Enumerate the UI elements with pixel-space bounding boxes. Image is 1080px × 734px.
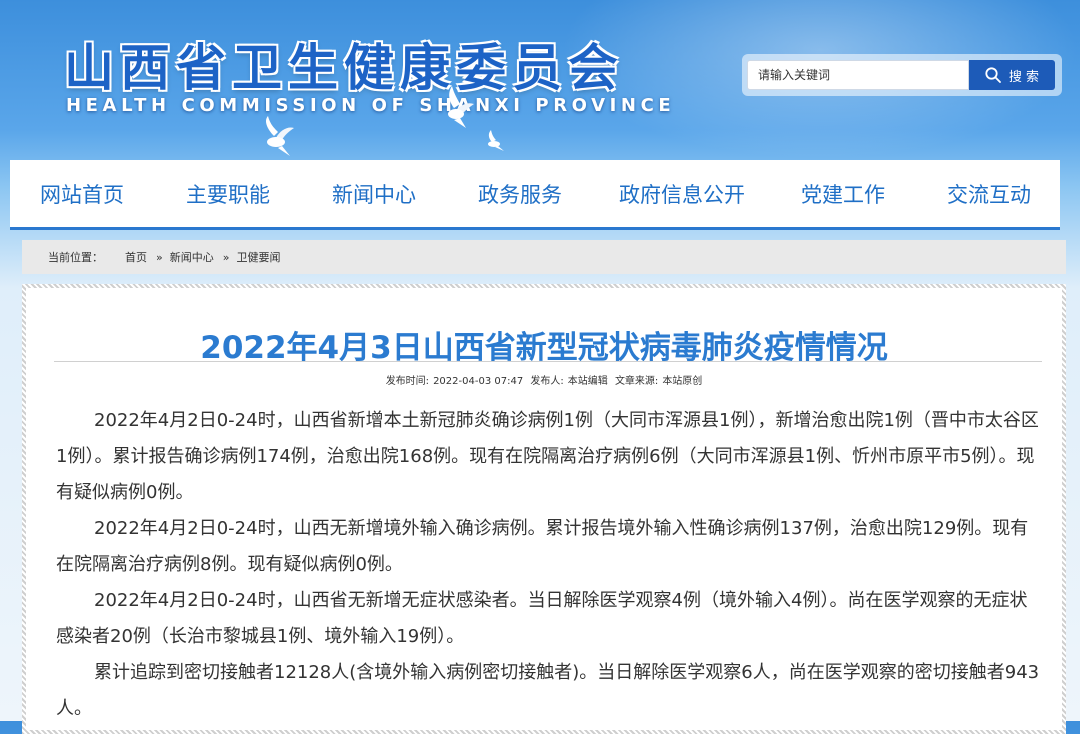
meta-author-label: 发布人: <box>530 376 564 387</box>
search-button-label: 搜 索 <box>1008 69 1040 85</box>
site-header: 山西省卫生健康委员会 HEALTH COMMISSION OF SHANXI P… <box>0 0 1080 160</box>
breadcrumb-separator: » <box>156 250 163 264</box>
breadcrumb-item-home[interactable]: 首页 <box>125 249 147 265</box>
meta-source: 本站原创 <box>662 376 703 387</box>
nav-item-interaction[interactable]: 交流互动 <box>947 179 1031 209</box>
breadcrumb-label: 当前位置： <box>48 251 103 264</box>
nav-item-functions[interactable]: 主要职能 <box>186 179 270 209</box>
meta-author: 本站编辑 <box>567 376 608 387</box>
search-box: 搜 索 <box>742 54 1062 96</box>
nav-item-home[interactable]: 网站首页 <box>40 179 124 209</box>
article-paragraph: 累计追踪到密切接触者12128人(含境外输入病例密切接触者)。当日解除医学观察6… <box>56 662 1040 719</box>
article-paragraph: 2022年4月2日0-24时，山西无新增境外输入确诊病例。累计报告境外输入性确诊… <box>56 518 1029 575</box>
dove-icon <box>438 86 476 134</box>
meta-source-label: 文章来源: <box>614 376 659 387</box>
site-logo-english: HEALTH COMMISSION OF SHANXI PROVINCE <box>66 95 676 116</box>
search-button[interactable]: 搜 索 <box>969 60 1055 90</box>
nav-item-gov-info[interactable]: 政府信息公开 <box>619 179 745 209</box>
breadcrumb: 当前位置： 首页 » 新闻中心 » 卫健要闻 <box>22 240 1066 274</box>
nav-item-news[interactable]: 新闻中心 <box>332 179 416 209</box>
title-divider <box>54 361 1042 362</box>
breadcrumb-item-current[interactable]: 卫健要闻 <box>236 249 280 265</box>
nav-item-party[interactable]: 党建工作 <box>801 179 885 209</box>
nav-item-services[interactable]: 政务服务 <box>478 179 562 209</box>
article-paragraph: 2022年4月2日0-24时，山西省无新增无症状感染者。当日解除医学观察4例（境… <box>56 590 1028 647</box>
meta-time-label: 发布时间: <box>385 376 430 387</box>
article-body: 2022年4月2日0-24时，山西省新增本土新冠肺炎确诊病例1例（大同市浑源县1… <box>56 403 1041 727</box>
breadcrumb-separator: » <box>222 250 230 264</box>
search-icon <box>985 67 1001 83</box>
article-paragraph: 2022年4月2日0-24时，山西省新增本土新冠肺炎确诊病例1例（大同市浑源县1… <box>56 410 1039 503</box>
meta-time: 2022-04-03 07:47 <box>433 376 524 387</box>
dove-icon <box>484 130 506 156</box>
search-input[interactable] <box>747 60 969 90</box>
article-meta: 发布时间: 2022-04-03 07:47 发布人: 本站编辑 文章来源: 本站原创 <box>26 372 1062 387</box>
article-panel: 2022年4月3日山西省新型冠状病毒肺炎疫情情况 发布时间: 2022-04-03… <box>22 284 1066 734</box>
dove-icon <box>256 116 296 160</box>
breadcrumb-item-news[interactable]: 新闻中心 <box>170 249 214 265</box>
site-logo-chinese[interactable]: 山西省卫生健康委员会 <box>64 28 624 100</box>
main-nav: 网站首页 主要职能 新闻中心 政务服务 政府信息公开 党建工作 交流互动 <box>10 160 1060 230</box>
